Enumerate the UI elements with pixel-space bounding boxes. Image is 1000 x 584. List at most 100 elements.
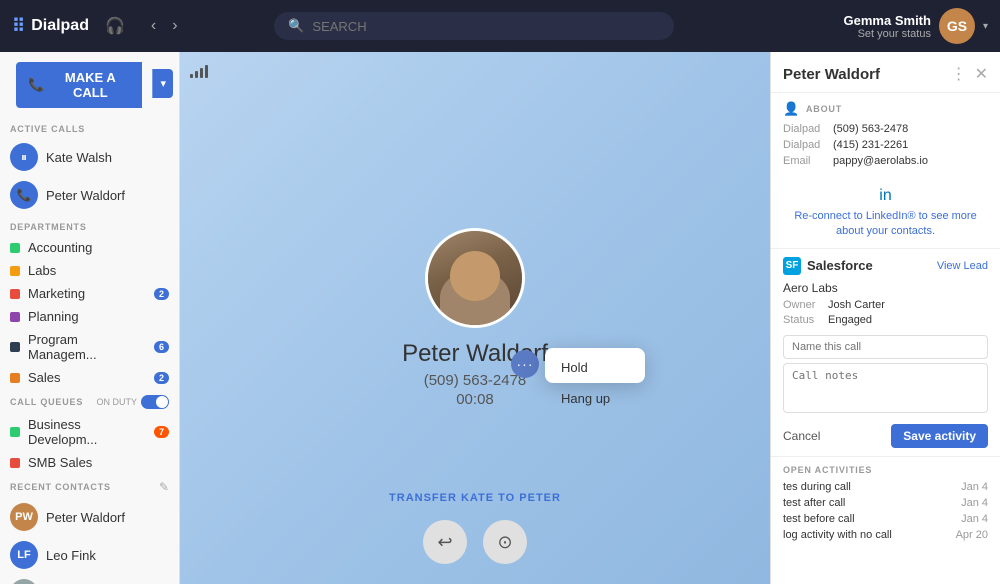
signal-bar-4 xyxy=(205,65,208,78)
signal-bar-2 xyxy=(195,71,198,78)
contact-massachusetts[interactable]: M Massachusetts xyxy=(0,574,179,584)
dept-planning[interactable]: Planning xyxy=(0,305,179,328)
voicemail-button[interactable]: ⊙ xyxy=(483,520,527,564)
activity-name-1: tes during call xyxy=(783,481,961,493)
caller-avatar xyxy=(425,228,525,328)
queue-header: CALL QUEUES ON DUTY xyxy=(0,389,179,413)
dept-dot-program xyxy=(10,342,20,352)
contact-peter[interactable]: PW Peter Waldorf xyxy=(0,498,179,536)
panel-options-icon[interactable]: ⋮ xyxy=(951,64,967,84)
activity-row-4: log activity with no call Apr 20 xyxy=(783,529,988,541)
edit-icon[interactable]: ✎ xyxy=(159,480,169,494)
activity-name-4: log activity with no call xyxy=(783,529,956,541)
contact-info-row-3: Email pappy@aerolabs.io xyxy=(783,155,988,167)
chevron-down-icon[interactable]: ▾ xyxy=(983,21,988,32)
sf-owner-label: Owner xyxy=(783,299,828,311)
linkedin-section: in Re-connect to LinkedIn® to see more a… xyxy=(771,179,1000,248)
dept-program[interactable]: Program Managem... 6 xyxy=(0,328,179,366)
more-options-button[interactable]: ··· xyxy=(511,350,539,378)
queue-dot-smb xyxy=(10,458,20,468)
call-queues-label: CALL QUEUES xyxy=(10,397,97,407)
linkedin-icon: in xyxy=(783,187,988,205)
dept-name-program: Program Managem... xyxy=(28,332,146,362)
dept-name-accounting: Accounting xyxy=(28,240,92,255)
signal-bar-3 xyxy=(200,68,203,78)
contact-leo[interactable]: LF Leo Fink xyxy=(0,536,179,574)
back-button[interactable]: ‹ xyxy=(145,13,162,39)
on-duty-toggle[interactable] xyxy=(141,395,169,409)
topbar-user: Gemma Smith Set your status GS ▾ xyxy=(844,8,988,44)
activity-date-3: Jan 4 xyxy=(961,513,988,525)
dept-dot-planning xyxy=(10,312,20,322)
call-notes-input[interactable] xyxy=(783,363,988,413)
queue-name-bizdev: Business Developm... xyxy=(28,417,146,447)
activity-row-1: tes during call Jan 4 xyxy=(783,481,988,493)
contact-name-leo: Leo Fink xyxy=(46,548,96,563)
forward-button[interactable]: › xyxy=(166,13,183,39)
transfer-label[interactable]: TRANSFER KATE TO PETER xyxy=(389,492,561,504)
user-status: Set your status xyxy=(844,28,931,40)
topbar: ⠿ Dialpad 🎧 ‹ › 🔍 Gemma Smith Set your s… xyxy=(0,0,1000,52)
call-name-input[interactable] xyxy=(783,335,988,359)
search-input[interactable] xyxy=(312,19,660,34)
view-lead-link[interactable]: View Lead xyxy=(937,260,988,272)
signal-indicator xyxy=(190,62,208,78)
call-options-menu: Hold Hang up xyxy=(545,348,645,383)
contact-name-peter: Peter Waldorf xyxy=(46,510,125,525)
dept-marketing[interactable]: Marketing 2 xyxy=(0,282,179,305)
contact-value-1: (509) 563-2478 xyxy=(833,123,908,135)
active-calls-label: ACTIVE CALLS xyxy=(0,116,179,138)
contact-type-1: Dialpad xyxy=(783,123,833,135)
queue-badge-bizdev: 7 xyxy=(154,426,169,438)
caller-avatar-wrapper: ··· Hold Hang up xyxy=(425,228,525,328)
salesforce-icon: SF xyxy=(783,257,801,275)
dept-sales[interactable]: Sales 2 xyxy=(0,366,179,389)
dept-accounting[interactable]: Accounting xyxy=(0,236,179,259)
transfer-icon: ↩ xyxy=(437,532,452,553)
hold-button[interactable]: Hold xyxy=(545,352,645,383)
headset-icon: 🎧 xyxy=(105,16,125,36)
logo: ⠿ Dialpad xyxy=(12,16,89,37)
user-name: Gemma Smith xyxy=(844,13,931,28)
pause-icon: ⏸ xyxy=(10,143,38,171)
signal-bar-1 xyxy=(190,74,193,78)
active-call-kate[interactable]: ⏸ Kate Walsh xyxy=(0,138,179,176)
activity-row-3: test before call Jan 4 xyxy=(783,513,988,525)
cancel-button[interactable]: Cancel xyxy=(783,429,820,443)
voicemail-icon: ⊙ xyxy=(497,532,512,553)
dept-labs[interactable]: Labs xyxy=(0,259,179,282)
panel-close-button[interactable]: ✕ xyxy=(975,64,988,84)
call-actions: ↩ ⊙ xyxy=(423,520,527,564)
hang-up-button[interactable]: Hang up xyxy=(545,383,645,414)
avatar[interactable]: GS xyxy=(939,8,975,44)
search-bar[interactable]: 🔍 xyxy=(274,12,674,40)
linkedin-text[interactable]: Re-connect to LinkedIn® to see more abou… xyxy=(783,209,988,240)
open-activities-section: OPEN ACTIVITIES tes during call Jan 4 te… xyxy=(771,456,1000,553)
nav-buttons: ‹ › xyxy=(145,13,184,39)
right-panel: Peter Waldorf ⋮ ✕ 👤 ABOUT Dialpad (509) … xyxy=(770,52,1000,584)
dept-name-marketing: Marketing xyxy=(28,286,85,301)
active-call-peter[interactable]: 📞 Peter Waldorf xyxy=(0,176,179,214)
queue-smb-sales[interactable]: SMB Sales xyxy=(0,451,179,474)
activity-date-2: Jan 4 xyxy=(961,497,988,509)
active-call-name-kate: Kate Walsh xyxy=(46,150,112,165)
sf-owner-value: Josh Carter xyxy=(828,299,885,311)
panel-header: Peter Waldorf ⋮ ✕ xyxy=(771,52,1000,93)
contact-value-2: (415) 231-2261 xyxy=(833,139,908,151)
activity-date-4: Apr 20 xyxy=(956,529,988,541)
call-area: ··· Hold Hang up Peter Waldorf (509) 563… xyxy=(180,52,770,584)
make-call-button[interactable]: 📞 MAKE A CALL xyxy=(16,62,142,108)
call-dropdown-button[interactable]: ▾ xyxy=(152,69,173,98)
contact-avatar-peter: PW xyxy=(10,503,38,531)
activity-name-2: test after call xyxy=(783,497,961,509)
dept-dot-sales xyxy=(10,373,20,383)
sf-title: Salesforce xyxy=(807,258,931,273)
save-activity-button[interactable]: Save activity xyxy=(891,424,988,448)
queue-biz-dev[interactable]: Business Developm... 7 xyxy=(0,413,179,451)
transfer-button[interactable]: ↩ xyxy=(423,520,467,564)
call-duration: 00:08 xyxy=(456,391,494,408)
sidebar: 📞 MAKE A CALL ▾ ACTIVE CALLS ⏸ Kate Wals… xyxy=(0,52,180,584)
contact-value-3: pappy@aerolabs.io xyxy=(833,155,928,167)
active-call-name-peter: Peter Waldorf xyxy=(46,188,125,203)
contact-avatar-mass: M xyxy=(10,579,38,584)
